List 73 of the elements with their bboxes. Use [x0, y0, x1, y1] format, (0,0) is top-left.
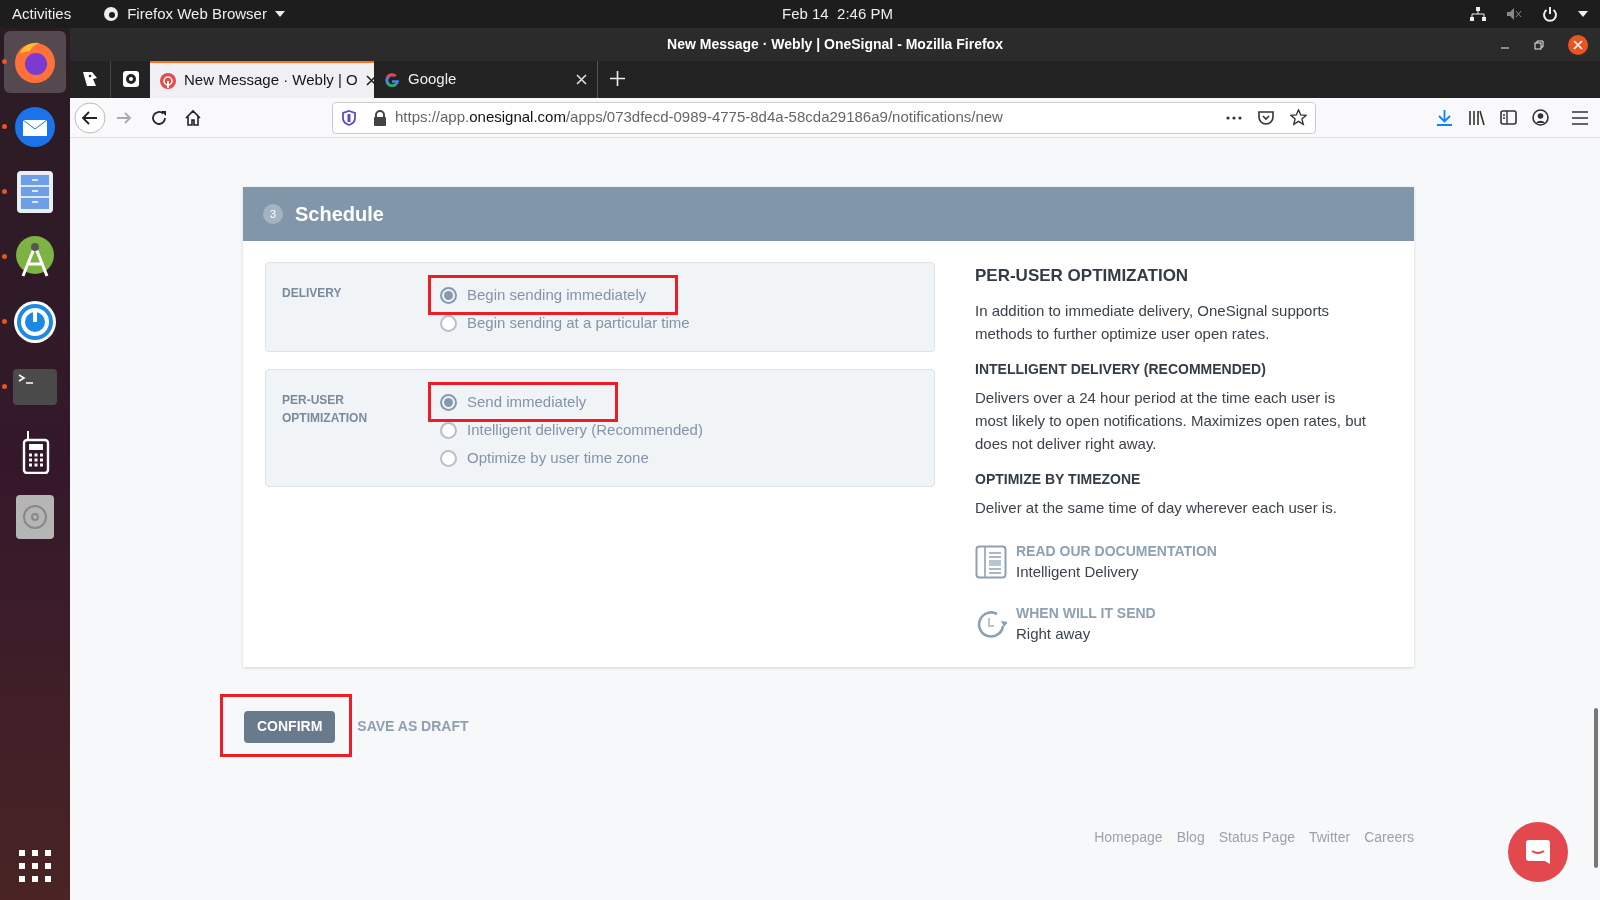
shield-icon [341, 109, 357, 126]
chat-button[interactable] [1508, 822, 1568, 882]
window-title: New Message · Webly | OneSignal - Mozilla Firefox [667, 35, 1003, 54]
clock[interactable]: Feb 14 2:46 PM [782, 2, 893, 26]
radio-option[interactable]: Begin sending at a particular time [432, 309, 718, 337]
phone-icon [20, 430, 50, 474]
info-paragraph: Deliver at the same time of day wherever each user is. [975, 497, 1338, 518]
network-icon[interactable] [1470, 7, 1486, 21]
home-icon[interactable] [184, 108, 202, 127]
radio-button[interactable] [440, 393, 457, 411]
close-tab-icon[interactable] [365, 75, 377, 86]
caret-icon [274, 11, 285, 17]
info-value: Right away [1016, 623, 1092, 644]
more-icon[interactable] [1226, 115, 1242, 120]
library-icon[interactable] [1468, 109, 1485, 126]
info-paragraph: Delivers over a 24 hour period at the time each user is most likely to open notifications. Maximizes open rates, but does not deliver right away. [975, 387, 1367, 454]
download-icon[interactable] [1436, 109, 1453, 126]
lock-icon [373, 109, 387, 126]
info-link[interactable]: READ OUR DOCUMENTATION [1016, 540, 1217, 561]
sidebar-icon[interactable] [1500, 109, 1517, 126]
bird-icon [81, 69, 99, 88]
group-label: PER-USER OPTIMIZATION [282, 392, 369, 427]
info-link[interactable]: WHEN WILL IT SEND [1016, 602, 1156, 623]
pocket-icon[interactable] [1258, 109, 1274, 126]
radio-option[interactable]: Begin sending immediately [432, 281, 675, 309]
file-cabinet-icon [16, 170, 54, 214]
radio-option[interactable]: Intelligent delivery (Recommended) [432, 416, 731, 444]
info-value: Intelligent Delivery [1016, 561, 1140, 582]
radio-option[interactable]: Optimize by user time zone [432, 444, 677, 472]
app-menu[interactable]: Firefox Web Browser [103, 2, 285, 26]
url-text: https://app.onesignal.com/apps/073dfecd-0989-4775-8d4a-58cda29186a9/notifications/new [395, 107, 1003, 128]
close-icon[interactable] [1568, 34, 1588, 55]
footer-link[interactable]: Careers [1364, 826, 1414, 848]
app-grid-icon[interactable] [19, 850, 51, 882]
menu-icon[interactable] [1572, 110, 1588, 125]
document-icon [975, 544, 1007, 579]
new-tab-icon[interactable] [610, 71, 625, 86]
google-g-icon [384, 71, 400, 88]
section-title: Schedule [295, 202, 384, 227]
terminal-icon [13, 369, 57, 405]
footer-link[interactable]: Blog [1176, 826, 1205, 848]
radio-button[interactable] [440, 286, 457, 304]
footer-link[interactable]: Homepage [1094, 826, 1163, 848]
scrollbar-thumb[interactable] [1594, 708, 1598, 868]
signal-icon [160, 72, 176, 89]
power-icon[interactable] [1542, 6, 1558, 22]
confirm-button[interactable]: CONFIRM [244, 710, 336, 743]
info-subheading: OPTIMIZE BY TIMEZONE [975, 469, 1142, 489]
record-icon [121, 69, 140, 88]
info-subheading: INTELLIGENT DELIVERY (RECOMMENDED) [975, 359, 1267, 379]
group-label: DELIVERY [282, 285, 343, 302]
tab-title: New Message · Webly | O [184, 70, 358, 91]
gauge-icon [12, 299, 58, 345]
footer-link[interactable]: Status Page [1218, 826, 1295, 848]
info-paragraph: In addition to immediate delivery, OneSignal supports methods to further optimize user open rates. [975, 300, 1331, 344]
browser-tab[interactable]: New Message · Webly | O [150, 61, 374, 98]
info-heading: PER-USER OPTIMIZATION [975, 265, 1190, 287]
step-number: 3 [263, 204, 283, 224]
muted-speaker-icon[interactable] [1506, 7, 1522, 21]
activities-button[interactable]: Activities [12, 2, 72, 26]
caret-icon[interactable] [1578, 11, 1588, 17]
chat-icon [1524, 838, 1552, 866]
radio-button[interactable] [440, 449, 457, 467]
footer-link[interactable]: Twitter [1308, 826, 1351, 848]
tab-title: Google [408, 69, 457, 90]
radio-option[interactable]: Send immediately [432, 388, 615, 416]
restore-icon[interactable] [1534, 39, 1544, 50]
save-as-draft-link[interactable]: SAVE AS DRAFT [357, 716, 469, 737]
account-icon[interactable] [1532, 109, 1549, 126]
url-field[interactable]: https://app.onesignal.com/apps/073dfecd-0989-4775-8d4a-58cda29186a9/notifications/new [332, 101, 1316, 134]
back-icon[interactable] [74, 101, 106, 134]
star-icon[interactable] [1290, 109, 1307, 126]
reload-icon[interactable] [150, 108, 168, 127]
